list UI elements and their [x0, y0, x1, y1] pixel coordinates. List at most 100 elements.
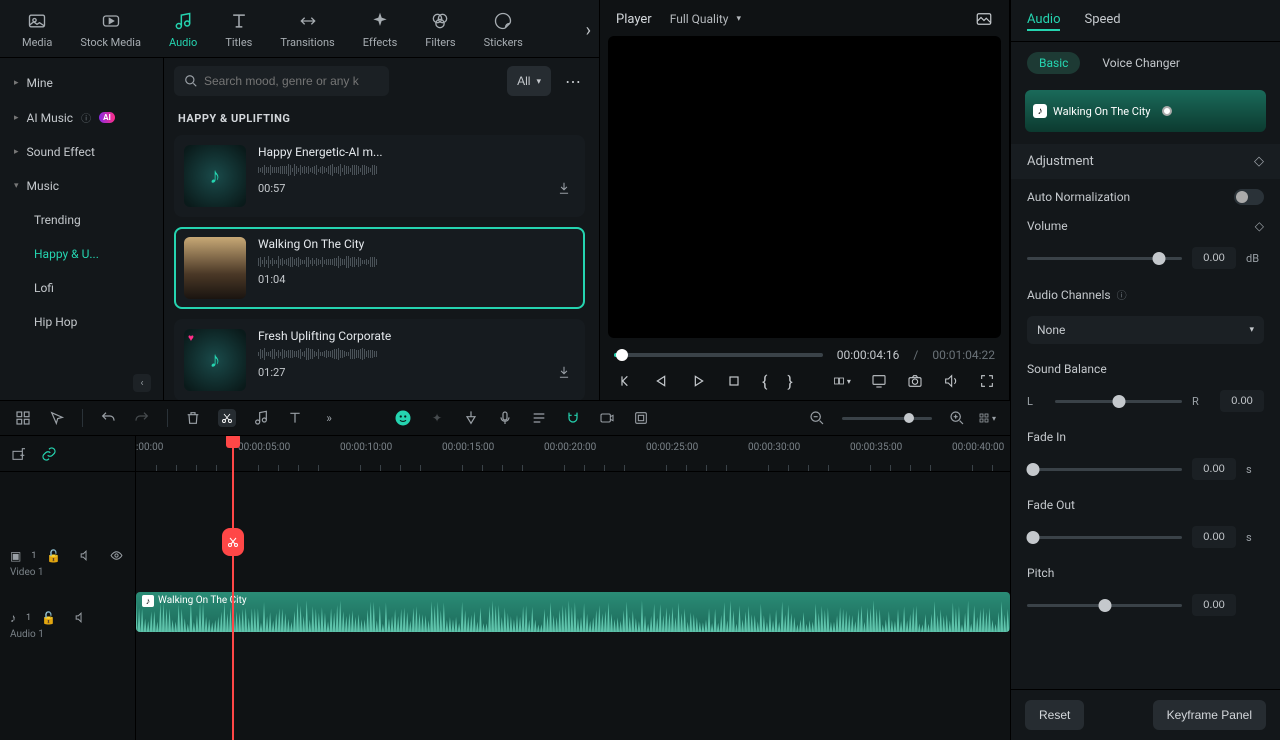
- view-mode-button[interactable]: ▾: [978, 409, 996, 427]
- fade-out-slider[interactable]: [1027, 536, 1182, 539]
- eye-icon[interactable]: [110, 549, 123, 562]
- stop-button[interactable]: [726, 372, 742, 390]
- fade-out-value[interactable]: [1192, 526, 1236, 548]
- balance-slider[interactable]: [1055, 400, 1182, 403]
- pitch-value[interactable]: [1192, 594, 1236, 616]
- cursor-button[interactable]: [48, 409, 66, 427]
- balance-value[interactable]: [1220, 390, 1264, 412]
- track-thumbnail[interactable]: ♪: [184, 145, 246, 207]
- sidenav-sub-hiphop[interactable]: Hip Hop: [0, 305, 163, 339]
- playhead[interactable]: [232, 436, 234, 740]
- lock-icon[interactable]: 🔓: [46, 549, 61, 563]
- sidenav-sfx[interactable]: ▸Sound Effect: [0, 135, 163, 169]
- download-icon[interactable]: [557, 365, 571, 379]
- split-button[interactable]: [218, 409, 236, 427]
- delete-button[interactable]: [184, 409, 202, 427]
- ai-button[interactable]: [394, 409, 412, 427]
- camera-button[interactable]: [907, 372, 923, 390]
- fullscreen-button[interactable]: [979, 372, 995, 390]
- seek-bar[interactable]: [614, 353, 823, 357]
- tab-media[interactable]: Media: [12, 10, 62, 49]
- video-track-header[interactable]: ▣1🔓 Video 1: [0, 532, 135, 594]
- tab-effects[interactable]: Effects: [353, 10, 408, 49]
- link-button[interactable]: [40, 445, 58, 463]
- sidenav-sub-lofi[interactable]: Lofi: [0, 271, 163, 305]
- magnet-button[interactable]: [564, 409, 582, 427]
- mark-out-button[interactable]: }: [787, 372, 792, 390]
- zoom-slider[interactable]: [842, 417, 932, 420]
- track-item[interactable]: ♥♪Fresh Uplifting Corporate01:27: [174, 319, 585, 400]
- tab-transitions[interactable]: Transitions: [270, 10, 344, 49]
- snapshot-button[interactable]: [975, 10, 993, 28]
- prev-frame-button[interactable]: [618, 372, 634, 390]
- volume-slider[interactable]: [1027, 257, 1182, 260]
- video-preview[interactable]: [608, 36, 1001, 338]
- tab-filters[interactable]: Filters: [415, 10, 465, 49]
- sparkle-button[interactable]: ✦: [428, 409, 446, 427]
- tab-audio[interactable]: Audio: [1027, 10, 1060, 31]
- zoom-in-button[interactable]: [948, 409, 966, 427]
- adjustment-header[interactable]: Adjustment ◇: [1011, 144, 1280, 179]
- mic-button[interactable]: [496, 409, 514, 427]
- info-icon[interactable]: ⓘ: [1117, 287, 1127, 302]
- volume-value[interactable]: [1192, 247, 1236, 269]
- volume-button[interactable]: [943, 372, 959, 390]
- audio-track-header[interactable]: ♪1🔓 Audio 1: [0, 594, 135, 656]
- tab-stickers[interactable]: Stickers: [474, 10, 533, 49]
- record-button[interactable]: [598, 409, 616, 427]
- reset-button[interactable]: Reset: [1025, 700, 1084, 730]
- sidenav-sub-trending[interactable]: Trending: [0, 203, 163, 237]
- keyframe-panel-button[interactable]: Keyframe Panel: [1153, 700, 1266, 730]
- sidenav-collapse[interactable]: ‹: [133, 374, 151, 392]
- add-track-button[interactable]: [10, 445, 28, 463]
- display-button[interactable]: [871, 372, 887, 390]
- lock-icon[interactable]: 🔓: [41, 611, 56, 625]
- text-button[interactable]: [286, 409, 304, 427]
- track-thumbnail[interactable]: ♥♪: [184, 329, 246, 391]
- sidenav-mine[interactable]: ▸Mine: [0, 66, 163, 100]
- sidenav-music[interactable]: ▾Music: [0, 169, 163, 203]
- tab-stock[interactable]: Stock Media: [70, 10, 151, 49]
- crop-button[interactable]: [632, 409, 650, 427]
- pitch-slider[interactable]: [1027, 604, 1182, 607]
- sidenav-sub-happy[interactable]: Happy & U...: [0, 237, 163, 271]
- info-icon[interactable]: ⓘ: [81, 110, 91, 125]
- playhead-cut-icon[interactable]: [222, 528, 244, 556]
- track-item[interactable]: Walking On The City01:04: [174, 227, 585, 309]
- fade-in-value[interactable]: [1192, 458, 1236, 480]
- clip-waveform-preview[interactable]: ♪ Walking On The City: [1025, 90, 1266, 132]
- music-button[interactable]: [252, 409, 270, 427]
- fade-in-slider[interactable]: [1027, 468, 1182, 471]
- auto-normalization-toggle[interactable]: [1234, 189, 1264, 205]
- play-button[interactable]: [690, 372, 706, 390]
- download-icon[interactable]: [557, 181, 571, 195]
- sidenav-ai[interactable]: ▸AI Music ⓘ AI: [0, 100, 163, 135]
- play-backward-button[interactable]: [654, 372, 670, 390]
- zoom-out-button[interactable]: [808, 409, 826, 427]
- undo-button[interactable]: [99, 409, 117, 427]
- filter-all-dropdown[interactable]: All▾: [507, 66, 551, 96]
- timeline-ruler[interactable]: :00:0000:00:05:0000:00:10:0000:00:15:000…: [136, 436, 1010, 472]
- more-options-button[interactable]: ⋯: [559, 72, 589, 91]
- more-tools-button[interactable]: »: [320, 409, 338, 427]
- clip-marker[interactable]: [1162, 106, 1172, 116]
- layout-button[interactable]: [14, 409, 32, 427]
- track-item[interactable]: ♪Happy Energetic-AI m...00:57: [174, 135, 585, 217]
- mute-icon[interactable]: [74, 611, 87, 624]
- tab-speed[interactable]: Speed: [1084, 10, 1120, 31]
- top-tabs-more[interactable]: ›: [586, 20, 591, 41]
- marker-button[interactable]: [462, 409, 480, 427]
- mark-in-button[interactable]: {: [762, 372, 767, 390]
- subtab-basic[interactable]: Basic: [1027, 52, 1080, 74]
- timeline-canvas[interactable]: :00:0000:00:05:0000:00:10:0000:00:15:000…: [136, 436, 1010, 740]
- tab-audio[interactable]: Audio: [159, 10, 207, 49]
- search-input[interactable]: [174, 66, 389, 96]
- compare-button[interactable]: ▾: [833, 372, 851, 390]
- audio-channels-select[interactable]: None▾: [1027, 316, 1264, 344]
- keyframe-diamond-icon[interactable]: ◇: [1254, 154, 1264, 169]
- redo-button[interactable]: [133, 409, 151, 427]
- mute-icon[interactable]: [79, 549, 92, 562]
- tab-titles[interactable]: Titles: [215, 10, 262, 49]
- list-button[interactable]: [530, 409, 548, 427]
- quality-dropdown[interactable]: Full Quality▾: [670, 12, 741, 26]
